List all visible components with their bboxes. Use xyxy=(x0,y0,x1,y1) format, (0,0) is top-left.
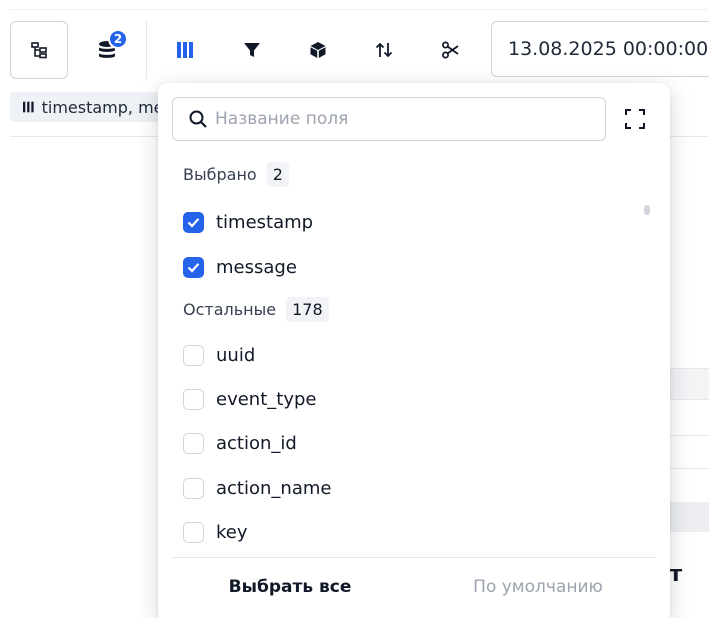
tree-icon xyxy=(31,42,47,59)
others-section-header: Остальные 178 xyxy=(183,297,329,322)
check-icon xyxy=(187,217,200,228)
toolbar: 2 13.08.2025 00:00:00 xyxy=(10,21,709,79)
cube-icon xyxy=(310,42,326,58)
tree-view-button[interactable] xyxy=(10,21,68,79)
field-search[interactable] xyxy=(172,97,606,141)
scissors-icon xyxy=(442,41,459,59)
search-icon xyxy=(189,110,207,128)
column-item-uuid[interactable]: uuid xyxy=(183,343,255,367)
top-divider xyxy=(10,9,709,10)
expand-icon[interactable] xyxy=(624,108,646,130)
checkbox-unchecked[interactable] xyxy=(183,344,204,366)
toolbar-separator xyxy=(146,21,147,79)
column-picker-popup: Выбрано 2 timestamp message Остальные 17… xyxy=(158,83,670,618)
column-item-key[interactable]: key xyxy=(183,520,248,544)
column-item-label: action_name xyxy=(216,477,332,499)
column-item-label: event_type xyxy=(216,388,317,410)
datasource-count-badge: 2 xyxy=(108,29,128,49)
column-item-label: message xyxy=(216,256,297,278)
column-item-label: timestamp xyxy=(216,211,314,233)
filter-button[interactable] xyxy=(223,21,281,79)
checkbox-unchecked[interactable] xyxy=(183,388,204,410)
checkbox-checked[interactable] xyxy=(183,211,204,233)
filter-icon xyxy=(244,43,260,57)
column-item-label: action_id xyxy=(216,432,297,454)
column-item-timestamp[interactable]: timestamp xyxy=(183,210,313,234)
select-all-button[interactable]: Выбрать все xyxy=(198,567,382,607)
selected-section-header: Выбрано 2 xyxy=(183,162,289,187)
others-count: 178 xyxy=(286,297,329,322)
sort-button[interactable] xyxy=(355,21,413,79)
cube-button[interactable] xyxy=(289,21,347,79)
date-range-field[interactable]: 13.08.2025 00:00:00 xyxy=(491,21,709,77)
list-scrollbar[interactable] xyxy=(644,205,650,215)
reset-default-button[interactable]: По умолчанию xyxy=(448,567,628,607)
column-item-action-name[interactable]: action_name xyxy=(183,476,331,500)
column-item-label: key xyxy=(216,521,248,543)
checkbox-checked[interactable] xyxy=(183,256,204,278)
columns-icon xyxy=(177,42,193,58)
column-item-action-id[interactable]: action_id xyxy=(183,431,297,455)
columns-icon xyxy=(23,101,34,113)
page: 2 13.08.2025 00:00:00 timestamp, message… xyxy=(0,0,709,618)
column-item-label: uuid xyxy=(216,344,256,366)
column-item-message[interactable]: message xyxy=(183,255,297,279)
check-icon xyxy=(187,262,200,273)
checkbox-unchecked[interactable] xyxy=(183,432,204,454)
checkbox-unchecked[interactable] xyxy=(183,521,204,543)
columns-button[interactable] xyxy=(156,21,214,79)
column-item-event-type[interactable]: event_type xyxy=(183,387,316,411)
sort-icon xyxy=(375,42,393,58)
popup-footer-divider xyxy=(172,557,656,558)
checkbox-unchecked[interactable] xyxy=(183,477,204,499)
cut-button[interactable] xyxy=(422,21,480,79)
datasource-button[interactable] xyxy=(78,21,136,79)
selected-label: Выбрано xyxy=(183,165,257,184)
field-search-input[interactable] xyxy=(215,109,595,129)
selected-count: 2 xyxy=(266,162,289,187)
others-label: Остальные xyxy=(183,300,277,319)
